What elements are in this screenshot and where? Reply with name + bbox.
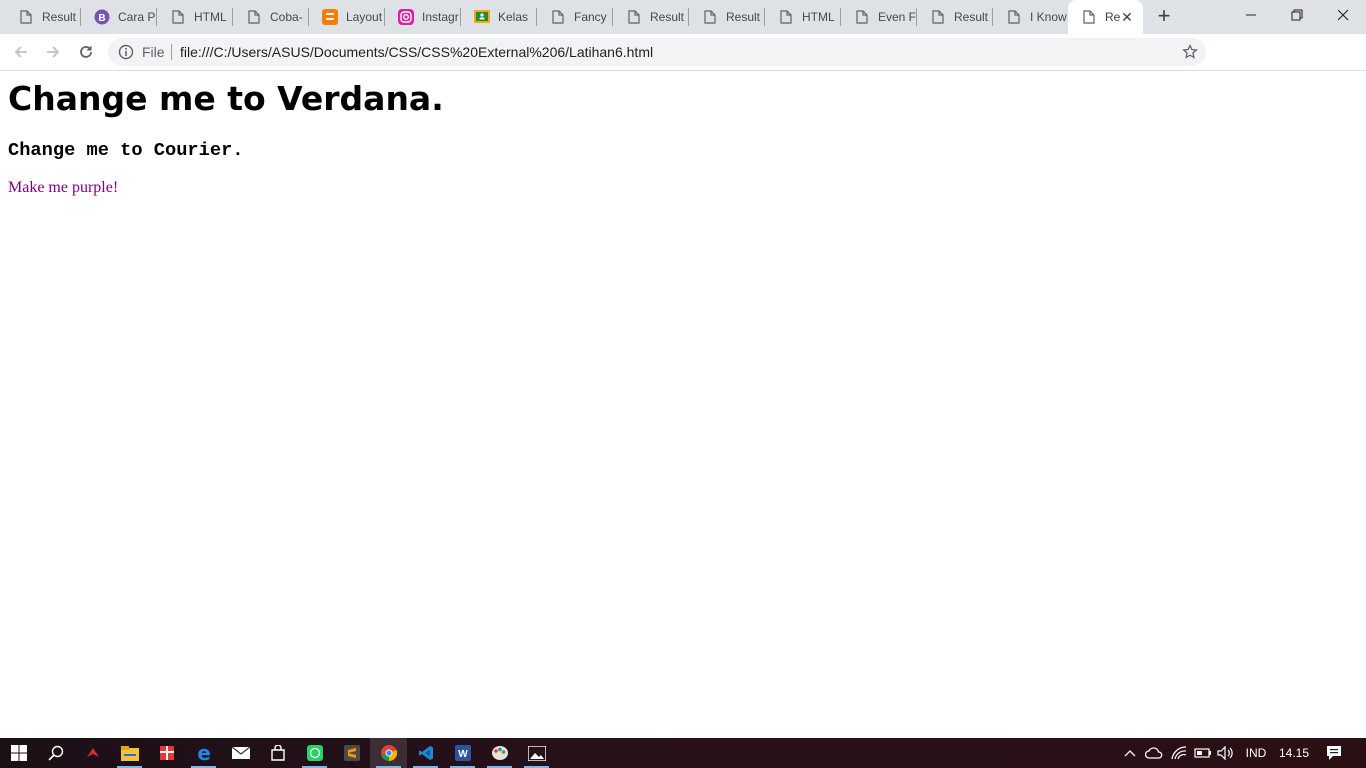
page-icon <box>854 9 870 25</box>
browser-toolbar: File file:///C:/Users/ASUS/Documents/CSS… <box>0 34 1366 96</box>
tab-8[interactable]: Result <box>613 0 689 34</box>
search-icon[interactable] <box>37 738 74 768</box>
tab-2[interactable]: HTML <box>157 0 233 34</box>
minimize-button[interactable] <box>1228 0 1274 30</box>
photos-icon[interactable] <box>518 738 555 768</box>
page-content: Change me to Verdana. Change me to Couri… <box>0 71 1366 738</box>
cloud-sync-icon[interactable] <box>1143 738 1165 768</box>
game-app-icon[interactable] <box>74 738 111 768</box>
tab-7[interactable]: Fancy <box>537 0 613 34</box>
clock[interactable]: 14.15 <box>1276 738 1312 768</box>
paint-icon[interactable] <box>481 738 518 768</box>
tab-label: Fancy <box>574 10 607 24</box>
page-icon <box>246 9 262 25</box>
tab-label: Instagr <box>422 10 459 24</box>
tab-label: Layout <box>346 10 383 24</box>
purple-paragraph: Make me purple! <box>8 179 119 196</box>
bootstrap-icon: B <box>94 9 110 25</box>
restore-button[interactable] <box>1274 0 1320 30</box>
bookmark-star-icon[interactable] <box>1182 43 1198 60</box>
wifi-icon[interactable] <box>1168 738 1190 768</box>
page-icon <box>930 9 946 25</box>
new-tab-button[interactable]: + <box>1152 5 1176 29</box>
tab-label: HTML <box>194 10 227 24</box>
reload-button[interactable] <box>72 38 100 66</box>
svg-text:W: W <box>458 749 468 760</box>
forward-button[interactable] <box>39 38 67 66</box>
tab-label: Result <box>726 10 761 24</box>
heading-courier: Change me to Courier. <box>8 139 244 161</box>
edge-icon[interactable]: e <box>185 738 222 768</box>
tab-13[interactable]: I Know <box>993 0 1067 34</box>
info-icon[interactable] <box>118 44 134 60</box>
language-indicator[interactable]: IND <box>1240 738 1272 768</box>
page-icon <box>778 9 794 25</box>
tab-1[interactable]: B Cara P <box>81 0 157 34</box>
scheme-label: File <box>142 44 165 60</box>
page-icon <box>170 9 186 25</box>
classroom-icon <box>474 9 490 25</box>
whatsapp-icon[interactable] <box>296 738 333 768</box>
word-icon[interactable]: W <box>444 738 481 768</box>
blogger-icon <box>322 9 338 25</box>
tab-label: Result <box>954 10 989 24</box>
tab-5[interactable]: Instagr <box>385 0 461 34</box>
tab-label: Result <box>650 10 685 24</box>
tab-3[interactable]: Coba- <box>233 0 309 34</box>
tab-9[interactable]: Result <box>689 0 765 34</box>
store-icon[interactable] <box>259 738 296 768</box>
tab-label: Cara P <box>118 10 156 24</box>
address-bar[interactable]: File file:///C:/Users/ASUS/Documents/CSS… <box>108 38 1206 66</box>
tab-label: Coba- <box>270 10 303 24</box>
tab-label: Even F <box>878 10 917 24</box>
tab-0[interactable]: Result <box>5 0 81 34</box>
svg-text:e: e <box>197 744 211 762</box>
tab-10[interactable]: HTML <box>765 0 841 34</box>
heading-verdana: Change me to Verdana. <box>8 79 444 118</box>
vscode-icon[interactable] <box>407 738 444 768</box>
page-icon <box>626 9 642 25</box>
battery-icon[interactable] <box>1192 738 1214 768</box>
close-window-button[interactable] <box>1320 0 1366 30</box>
close-tab-icon[interactable]: ✕ <box>1119 9 1135 25</box>
svg-text:B: B <box>98 13 105 24</box>
tab-label: HTML <box>802 10 835 24</box>
tab-6[interactable]: Kelas <box>461 0 537 34</box>
back-button[interactable] <box>7 38 35 66</box>
tab-label: Result <box>42 10 77 24</box>
mail-icon[interactable] <box>222 738 259 768</box>
tab-12[interactable]: Result <box>917 0 993 34</box>
page-icon <box>1006 9 1022 25</box>
page-icon <box>702 9 718 25</box>
url-text[interactable]: file:///C:/Users/ASUS/Documents/CSS/CSS%… <box>180 44 653 60</box>
tab-active[interactable]: Re ✕ <box>1068 0 1143 34</box>
windows-taskbar: e W IND 14.15 <box>0 738 1366 768</box>
tab-strip: Result B Cara P HTML Coba- Layout Instag… <box>0 0 1366 34</box>
show-hidden-icons-chevron[interactable] <box>1120 738 1140 768</box>
action-center-icon[interactable] <box>1320 738 1348 768</box>
tab-11[interactable]: Even F <box>841 0 917 34</box>
tab-4[interactable]: Layout <box>309 0 385 34</box>
volume-icon[interactable] <box>1215 738 1237 768</box>
tab-label: Kelas <box>498 10 529 24</box>
tab-label: I Know <box>1030 10 1067 24</box>
gift-app-icon[interactable] <box>148 738 185 768</box>
instagram-icon <box>398 9 414 25</box>
start-icon[interactable] <box>0 738 37 768</box>
chrome-icon[interactable] <box>370 738 407 768</box>
page-icon <box>1081 9 1097 25</box>
file-explorer-icon[interactable] <box>111 738 148 768</box>
page-icon <box>18 9 34 25</box>
page-icon <box>550 9 566 25</box>
sublime-icon[interactable] <box>333 738 370 768</box>
